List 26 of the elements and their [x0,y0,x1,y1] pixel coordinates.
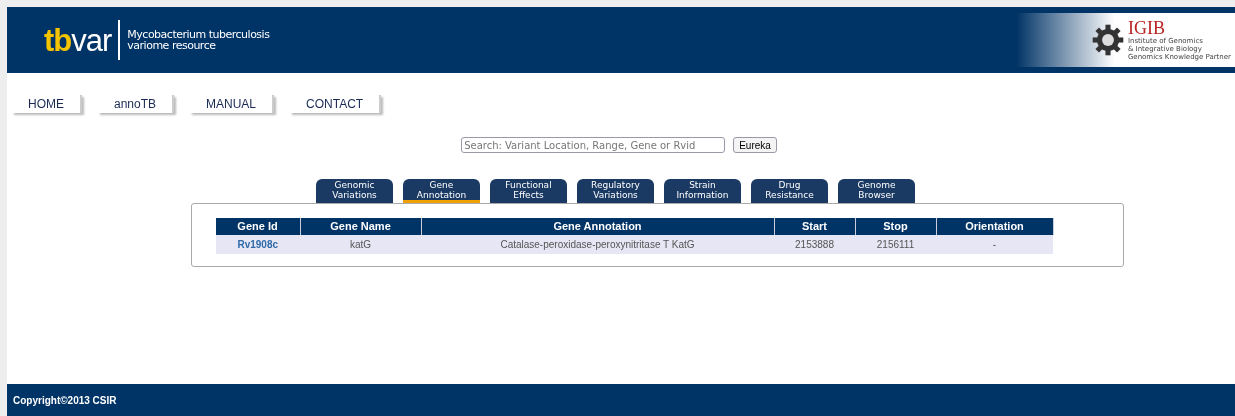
column-header: Gene Name [300,218,421,235]
tab[interactable]: Functional Effects [490,179,567,203]
tab[interactable]: Genome Browser [838,179,915,203]
search-button[interactable]: Eureka [733,137,777,153]
search-field[interactable]: Search: Variant Location, Range, Gene or Rvid [461,137,726,153]
tab[interactable]: Regulatory Variations [577,179,654,203]
tab[interactable]: Strain Information [664,179,741,203]
copyright-text: Copyright©2013 CSIR [13,394,117,406]
nav-link[interactable]: annoTB [98,95,175,113]
table-cell: Catalase-peroxidase-peroxynitritase T KatG [421,234,774,254]
column-header: Orientation [936,218,1053,235]
gear-icon [1090,23,1125,57]
site-tagline: Mycobacterium tuberculosis variome resource [127,29,270,51]
nav-link[interactable]: MANUAL [190,95,275,113]
tab[interactable]: Genomic Variations [316,179,393,203]
column-header: Gene Id [215,218,300,235]
site-logo[interactable]: tbvar [44,24,112,56]
column-header: Gene Annotation [421,218,774,235]
nav-link[interactable]: HOME [12,95,82,113]
tab[interactable]: Drug Resistance [751,179,828,203]
nav-link[interactable]: CONTACT [290,95,382,113]
tab[interactable]: Gene Annotation [403,179,480,203]
institute-name: IGIB [1127,19,1165,37]
column-header: Stop [855,218,936,235]
gene-id-link[interactable]: Rv1908c [215,234,300,254]
column-header: Start [774,218,855,235]
